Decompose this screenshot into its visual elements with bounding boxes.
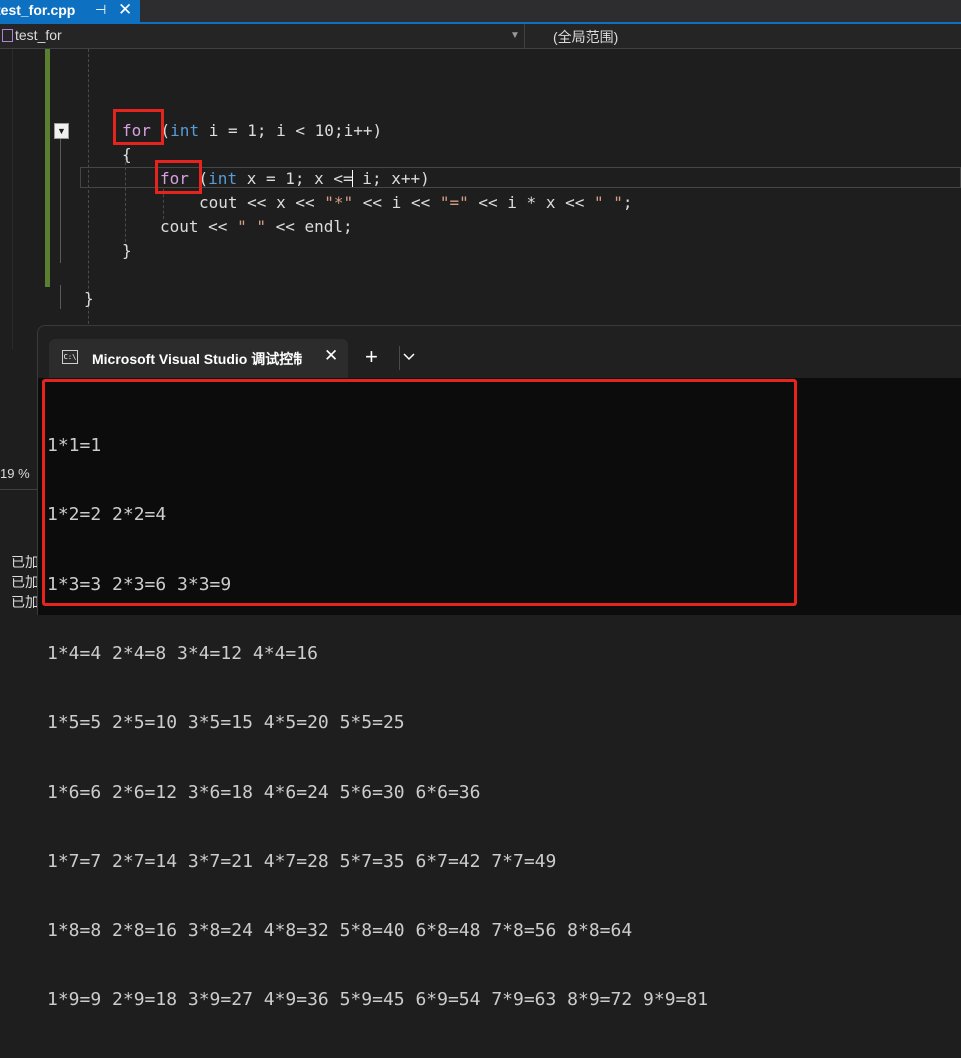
collapse-icon[interactable]: ▼ <box>54 123 69 139</box>
code-line: cout << " " << endl; <box>160 217 353 236</box>
document-tab-title: test_for.cpp <box>0 2 76 18</box>
code-editor[interactable]: ▼ for (int i = 1; i < 10;i++) { for (int… <box>0 49 961 349</box>
code-line: } <box>122 241 132 260</box>
fold-range-line <box>60 285 61 309</box>
fold-range-line <box>60 137 61 263</box>
project-icon <box>2 29 13 42</box>
console-line: 1*9=9 2*9=18 3*9=27 4*9=36 5*9=45 6*9=54… <box>47 989 709 1011</box>
global-scope-dropdown[interactable]: (全局范围) <box>553 27 618 47</box>
highlight-box-outer-for <box>113 109 164 145</box>
string-literal: "=" <box>439 193 469 212</box>
console-line: 1*8=8 2*8=16 3*8=24 4*8=32 5*8=40 6*8=48… <box>47 920 633 942</box>
console-line: 1*4=4 2*4=8 3*4=12 4*4=16 <box>47 643 318 665</box>
console-line: 1*7=7 2*7=14 3*7=21 4*7=28 5*7=35 6*7=42… <box>47 850 557 872</box>
output-line: 已加 <box>11 554 39 570</box>
code-line: { <box>122 145 132 164</box>
highlight-box-inner-for <box>155 160 202 194</box>
code-line: cout << x << "*" << i << "=" << i * x <<… <box>199 193 633 212</box>
string-literal: " " <box>593 193 623 212</box>
text-caret <box>352 170 353 187</box>
gutter-divider <box>12 49 13 349</box>
type-int: int <box>208 169 238 188</box>
type-int: int <box>170 121 200 140</box>
output-line: 已加 <box>11 574 39 590</box>
terminal-tab-title: Microsoft Visual Studio 调试控制台 <box>92 351 302 367</box>
zoom-level[interactable]: 19 % <box>0 466 30 481</box>
toolbar-divider <box>399 346 400 370</box>
document-tab-strip: test_for.cpp ⊣ ✕ <box>0 0 961 22</box>
code-token: << i << <box>353 193 440 212</box>
debug-console-window: C:\ Microsoft Visual Studio 调试控制台 ✕ + 1*… <box>37 325 961 1010</box>
document-tab-test-for[interactable]: test_for.cpp ⊣ ✕ <box>0 0 140 22</box>
console-line: 1*5=5 2*5=10 3*5=15 4*5=20 5*5=25 <box>47 712 405 734</box>
code-token: cout << <box>160 217 238 236</box>
output-panel-partial: 已加 已加 已加 <box>11 552 39 612</box>
code-token: cout << x << <box>199 193 325 212</box>
new-tab-button[interactable]: + <box>365 344 378 370</box>
string-literal: "*" <box>324 193 354 212</box>
code-token: << i * x << <box>468 193 594 212</box>
project-scope-label: test_for <box>15 27 62 43</box>
dropdown-arrow-icon[interactable]: ▼ <box>510 30 520 41</box>
code-token: ; <box>622 193 633 212</box>
project-scope-dropdown[interactable]: test_for ▼ <box>0 24 525 48</box>
change-tracking-bar <box>45 49 50 287</box>
code-token: i = 1; i < 10;i++) <box>199 121 383 140</box>
highlight-box-output <box>42 379 797 606</box>
console-output-area[interactable]: 1*1=1 1*2=2 2*2=4 1*3=3 2*3=6 3*3=9 1*4=… <box>38 378 961 1010</box>
chevron-down-icon[interactable] <box>403 348 415 364</box>
code-line: } <box>84 289 94 308</box>
panel-divider <box>0 489 38 490</box>
output-line: 已加 <box>11 594 39 610</box>
console-line: 1*6=6 2*6=12 3*6=18 4*6=24 5*6=30 6*6=36 <box>47 781 481 803</box>
code-token: x = 1; x <= i; x++) <box>237 169 430 188</box>
pin-icon[interactable]: ⊣ <box>95 2 106 18</box>
close-terminal-tab-icon[interactable]: ✕ <box>324 346 338 366</box>
string-literal: " " <box>237 217 266 236</box>
navigation-bar: test_for ▼ (全局范围) <box>0 24 961 49</box>
close-tab-icon[interactable]: ✕ <box>118 0 132 20</box>
console-icon: C:\ <box>62 350 78 364</box>
terminal-tab[interactable]: C:\ Microsoft Visual Studio 调试控制台 ✕ <box>49 339 348 378</box>
code-token: << endl; <box>265 217 353 236</box>
